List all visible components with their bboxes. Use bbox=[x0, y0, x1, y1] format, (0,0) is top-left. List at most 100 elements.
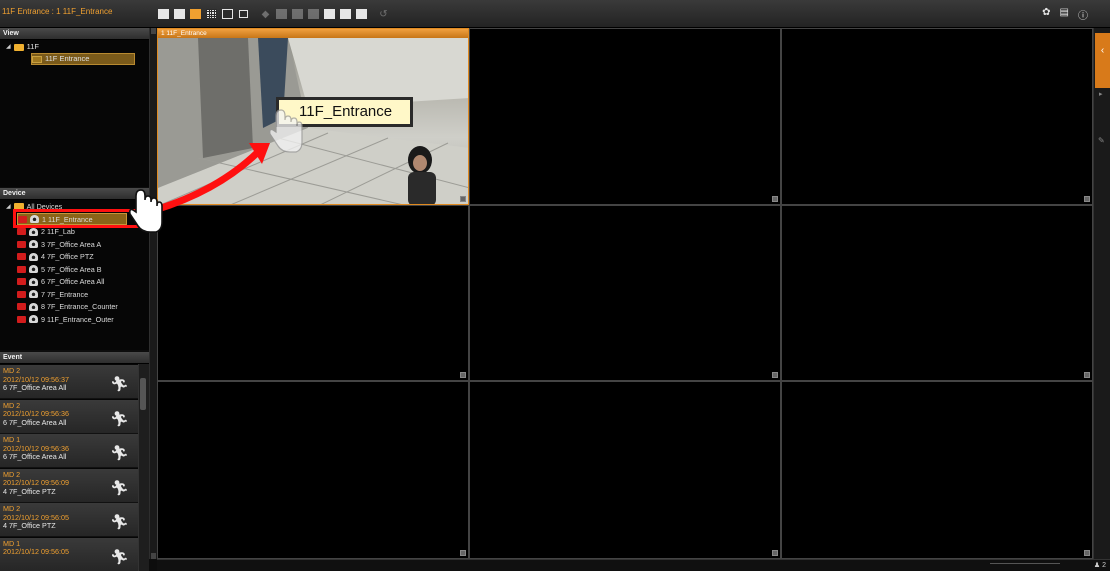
tile-resize-icon[interactable] bbox=[460, 196, 466, 202]
recording-badge-icon bbox=[17, 303, 26, 310]
tile-camera-label: 1 11F_Entrance bbox=[158, 29, 468, 38]
folder-icon bbox=[13, 43, 24, 51]
event-item[interactable]: MD 1 2012/10/12 09:56:05 🏃︎ bbox=[0, 537, 138, 571]
right-side-panel: ‹ ▸ ✎ bbox=[1093, 28, 1110, 571]
camera-icon bbox=[29, 302, 38, 311]
save-view-icon[interactable] bbox=[355, 8, 368, 20]
event-item[interactable]: MD 2 2012/10/12 09:56:09 4 7F_Office PTZ 🏃︎ bbox=[0, 468, 138, 503]
layout-1x1-button[interactable] bbox=[157, 8, 170, 20]
info-icon[interactable]: ⓘ bbox=[1078, 7, 1088, 22]
camera-icon bbox=[29, 240, 38, 248]
device-item[interactable]: 7 7F_Entrance bbox=[17, 288, 88, 300]
video-tile[interactable] bbox=[469, 205, 781, 381]
collapse-panel-icon[interactable]: ‹ bbox=[1095, 33, 1110, 88]
event-scrollbar[interactable] bbox=[138, 364, 149, 571]
device-item[interactable]: 4 7F_Office PTZ bbox=[17, 251, 94, 263]
video-tile[interactable] bbox=[157, 381, 469, 559]
camera-icon bbox=[29, 252, 38, 261]
device-panel-header: Device bbox=[0, 188, 149, 200]
device-label: 8 7F_Entrance_Counter bbox=[41, 302, 118, 311]
device-item[interactable]: 8 7F_Entrance_Counter bbox=[17, 301, 118, 313]
tool-tab-icon[interactable]: ✎ bbox=[1098, 136, 1105, 145]
motion-detection-icon: 🏃︎ bbox=[109, 376, 129, 393]
device-label: 4 7F_Office PTZ bbox=[41, 252, 94, 261]
event-scroll-thumb[interactable] bbox=[140, 378, 146, 410]
device-item[interactable]: 6 7F_Office Area All bbox=[17, 276, 104, 288]
status-bar: ♟ 2 bbox=[157, 559, 1110, 571]
video-tile[interactable] bbox=[469, 381, 781, 559]
view-item-11f-entrance[interactable]: 11F Entrance bbox=[31, 53, 135, 65]
motion-detection-icon: 🏃︎ bbox=[109, 479, 129, 497]
popout-window-icon[interactable] bbox=[237, 8, 250, 20]
device-label: 3 7F_Office Area A bbox=[41, 239, 102, 249]
tile-resize-icon[interactable] bbox=[460, 550, 466, 556]
video-tile[interactable] bbox=[469, 28, 781, 205]
panel-splitter[interactable] bbox=[149, 28, 157, 559]
view-tree: ◢ 11F 11F Entrance bbox=[0, 40, 149, 187]
video-tile[interactable] bbox=[781, 381, 1093, 559]
tile-resize-icon[interactable] bbox=[772, 550, 778, 556]
tile-resize-icon[interactable] bbox=[772, 196, 778, 202]
recording-badge-icon bbox=[17, 290, 26, 298]
event-item[interactable]: MD 1 2012/10/12 09:56:36 6 7F_Office Area … bbox=[0, 434, 138, 468]
motion-detection-icon: 🏃︎ bbox=[109, 410, 129, 428]
audio-icon[interactable] bbox=[307, 8, 320, 20]
window-tools: ✿ ▤ ⓘ bbox=[1042, 7, 1088, 22]
fullscreen-icon[interactable] bbox=[323, 8, 336, 20]
tile-resize-icon[interactable] bbox=[1084, 372, 1090, 378]
view-layout-icon bbox=[32, 55, 42, 63]
device-item[interactable]: 9 11F_Entrance_Outer bbox=[17, 313, 114, 325]
device-item[interactable]: 3 7F_Office Area A bbox=[17, 238, 101, 250]
recording-badge-icon bbox=[17, 265, 26, 273]
event-panel-header: Event bbox=[0, 352, 149, 364]
record-icon[interactable] bbox=[291, 8, 304, 20]
snapshot-icon[interactable] bbox=[275, 8, 288, 20]
tile-resize-icon[interactable] bbox=[1084, 196, 1090, 202]
expand-arrow-icon[interactable]: ◢ bbox=[6, 203, 11, 210]
layout-2x2-button[interactable] bbox=[173, 8, 186, 20]
event-item[interactable]: MD 2 2012/10/12 09:56:37 6 7F_Office Area … bbox=[0, 365, 138, 399]
motion-detection-icon: 🏃︎ bbox=[109, 445, 129, 462]
view-folder-label: 11F bbox=[26, 42, 39, 51]
device-label: 7 7F_Entrance bbox=[41, 289, 89, 299]
recording-badge-icon bbox=[17, 240, 26, 248]
layout-4x4-button[interactable] bbox=[205, 8, 218, 20]
tile-resize-icon[interactable] bbox=[1084, 550, 1090, 556]
top-toolbar: 11F Entrance : 1 11F_Entrance ◆ ↺ ✿ ▤ ⓘ bbox=[0, 0, 1110, 28]
video-tile[interactable] bbox=[157, 205, 469, 381]
recording-badge-icon bbox=[17, 228, 26, 235]
motion-detection-icon: 🏃︎ bbox=[109, 548, 129, 566]
event-item[interactable]: MD 2 2012/10/12 09:56:36 6 7F_Office Area … bbox=[0, 399, 138, 434]
camera-icon bbox=[29, 277, 38, 286]
view-item-label: 11F Entrance bbox=[45, 54, 90, 63]
camera-icon bbox=[29, 290, 38, 298]
ptz-tab-icon[interactable]: ▸ bbox=[1099, 90, 1103, 98]
video-tile[interactable] bbox=[781, 205, 1093, 381]
recording-badge-icon bbox=[17, 253, 26, 260]
document-icon[interactable]: ▤ bbox=[1060, 7, 1069, 22]
recording-badge-icon bbox=[17, 278, 26, 285]
layout-custom-button[interactable] bbox=[221, 8, 234, 20]
refresh-icon[interactable]: ↺ bbox=[377, 8, 390, 20]
view-panel-header: View bbox=[0, 28, 149, 40]
device-item[interactable]: 5 7F_Office Area B bbox=[17, 263, 102, 275]
device-label: 6 7F_Office Area All bbox=[41, 277, 105, 286]
video-tile[interactable] bbox=[781, 28, 1093, 205]
tile-resize-icon[interactable] bbox=[772, 372, 778, 378]
event-item[interactable]: MD 2 2012/10/12 09:56:05 4 7F_Office PTZ 🏃︎ bbox=[0, 503, 138, 537]
edit-view-icon[interactable] bbox=[339, 8, 352, 20]
layout-3x3-button[interactable] bbox=[189, 8, 202, 20]
tile-resize-icon[interactable] bbox=[460, 372, 466, 378]
sequence-icon[interactable]: ◆ bbox=[259, 8, 272, 20]
recording-badge-icon bbox=[17, 315, 26, 323]
drag-source-highlight bbox=[13, 209, 153, 228]
view-folder[interactable]: ◢ 11F bbox=[0, 41, 149, 53]
device-label: 5 7F_Office Area B bbox=[41, 264, 102, 274]
splitter-handle[interactable] bbox=[151, 28, 156, 34]
volume-slider[interactable] bbox=[990, 563, 1060, 568]
settings-icon[interactable]: ✿ bbox=[1042, 7, 1050, 22]
splitter-handle-bottom[interactable] bbox=[151, 553, 156, 559]
users-icon: ♟ bbox=[1093, 562, 1101, 569]
camera-icon bbox=[29, 315, 38, 323]
expand-arrow-icon[interactable]: ◢ bbox=[6, 41, 11, 53]
